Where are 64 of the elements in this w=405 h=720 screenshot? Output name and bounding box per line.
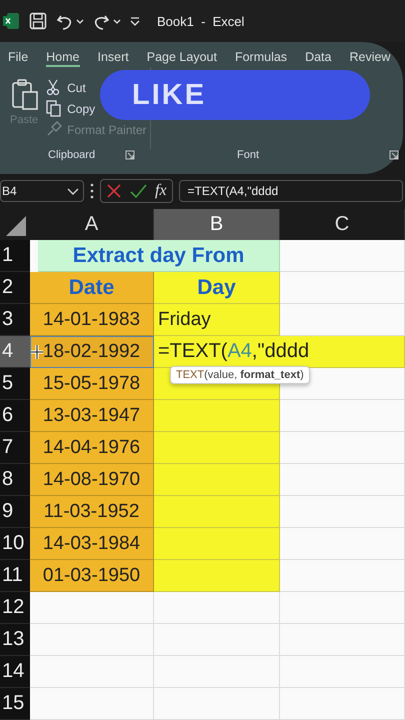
row-header[interactable]: 14 <box>0 656 30 688</box>
save-icon[interactable] <box>29 12 47 30</box>
row-header[interactable]: 5 <box>0 368 30 400</box>
row-header[interactable]: 10 <box>0 528 30 560</box>
table-cell: 18-02-1992 <box>30 336 154 368</box>
name-box[interactable]: B4 <box>0 180 84 202</box>
table-cell: 14-01-1983 <box>30 304 154 336</box>
function-tooltip: TEXT(value, format_text) <box>170 366 310 384</box>
row-header[interactable]: 8 <box>0 464 30 496</box>
column-header[interactable]: C <box>280 209 405 240</box>
row-header[interactable]: 6 <box>0 400 30 432</box>
table-cell: 01-03-1950 <box>30 560 154 592</box>
row-header[interactable]: 1 <box>0 240 30 272</box>
copy-icon <box>46 100 62 117</box>
ribbon-tab[interactable]: Home <box>46 50 80 67</box>
row-header[interactable]: 11 <box>0 560 30 592</box>
paintbrush-icon <box>46 121 62 138</box>
customize-toolbar-icon[interactable] <box>130 16 140 26</box>
column-header[interactable]: B <box>154 209 280 240</box>
row-header[interactable]: 2 <box>0 272 30 304</box>
table-cell: 14-03-1984 <box>30 528 154 560</box>
group-label: Clipboard <box>48 149 96 161</box>
table-cell: 15-05-1978 <box>30 368 154 400</box>
ribbon-command[interactable]: Copy <box>46 100 96 117</box>
row-header[interactable]: 7 <box>0 432 30 464</box>
like-text: LIKE <box>132 78 206 112</box>
ribbon-tab[interactable]: File <box>8 50 28 67</box>
ribbon-command[interactable]: Cut <box>46 79 86 96</box>
row-header[interactable]: 12 <box>0 592 30 624</box>
caret-icon[interactable] <box>76 18 84 24</box>
dialog-launcher-icon[interactable] <box>124 150 135 160</box>
chevron-down-icon <box>67 188 79 194</box>
row-header[interactable]: 13 <box>0 624 30 656</box>
excel-logo-icon <box>3 12 20 30</box>
caret-icon[interactable] <box>113 18 121 24</box>
window-title: Book1 - Excel <box>157 14 244 28</box>
ribbon-tab[interactable]: Review <box>349 50 390 67</box>
column-header[interactable]: A <box>30 209 154 240</box>
dialog-launcher-icon[interactable] <box>389 150 399 160</box>
table-cell: Extract day From <box>38 240 280 272</box>
group-label: Font <box>236 149 259 161</box>
table-cell: Date <box>30 272 154 304</box>
row-header[interactable]: 4 <box>0 336 30 368</box>
insert-function-button[interactable]: fx <box>155 182 167 200</box>
clipboard-icon <box>10 79 38 110</box>
table-cell: 14-08-1970 <box>30 464 154 496</box>
plus-cursor-icon <box>31 345 43 359</box>
table-cell: 13-03-1947 <box>30 400 154 432</box>
row-header[interactable]: 15 <box>0 688 30 720</box>
row-header[interactable]: 9 <box>0 496 30 528</box>
formula-field[interactable]: =TEXT(A4,"dddd <box>178 180 403 202</box>
checkmark-icon[interactable] <box>130 183 147 199</box>
cancel-icon[interactable] <box>106 183 122 199</box>
table-cell: 11-03-1952 <box>30 496 154 528</box>
ribbon-tab[interactable]: Insert <box>98 50 129 67</box>
more-options-icon[interactable] <box>90 183 94 199</box>
table-cell: Day <box>154 272 280 304</box>
table-cell: 14-04-1976 <box>30 432 154 464</box>
ribbon-tab[interactable]: Formulas <box>234 50 288 67</box>
ribbon-tab[interactable]: Page Layout <box>146 50 217 67</box>
table-cell: Friday <box>154 304 280 336</box>
row-header[interactable]: 3 <box>0 304 30 336</box>
ribbon-tab[interactable]: Data <box>305 50 332 67</box>
cell-editor[interactable]: =TEXT(A4,"dddd <box>154 336 405 368</box>
